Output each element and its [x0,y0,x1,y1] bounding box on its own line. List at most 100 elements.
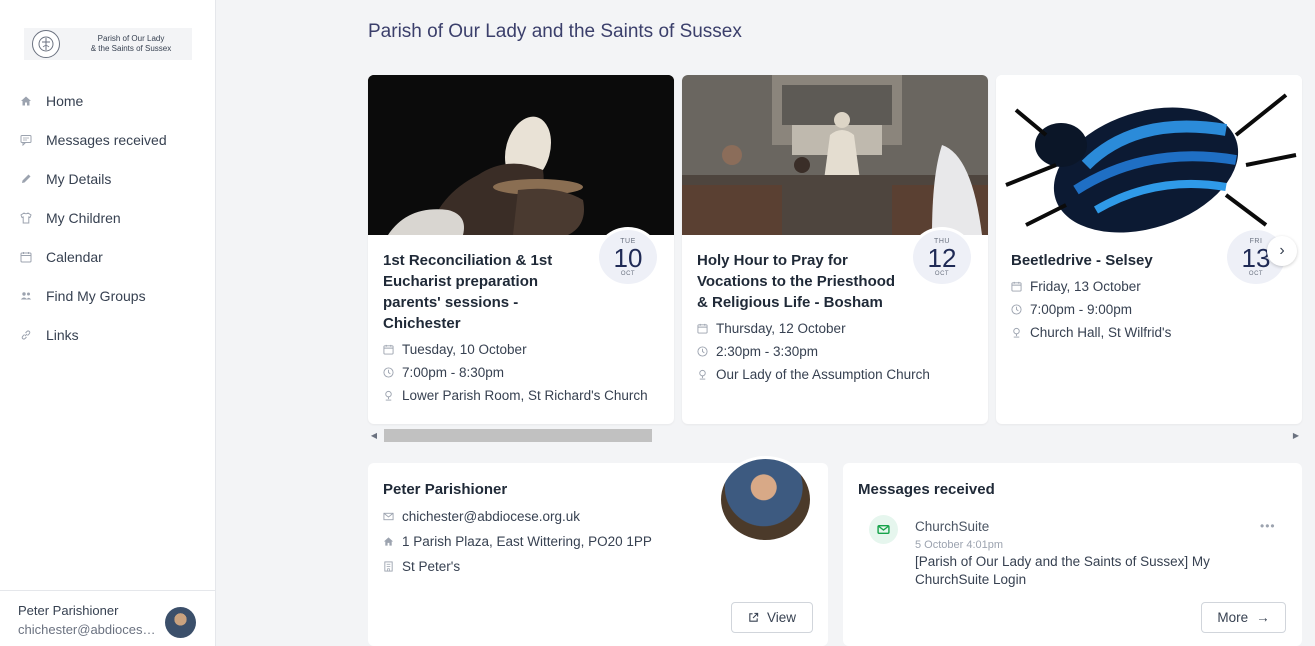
message-sender[interactable]: ChurchSuite [915,519,989,534]
event-date-badge: THU 12 OCT [910,227,974,287]
event-location-text: Our Lady of the Assumption Church [716,367,930,382]
location-pin-icon [383,390,394,401]
chevron-right-icon: › [1279,242,1285,259]
clock-icon [1011,304,1022,315]
sidebar-item-label: My Children [46,209,121,226]
event-date-text: Friday, 13 October [1030,279,1141,294]
event-body: FRI 13 OCT Beetledrive - Selsey Friday, … [996,227,1302,340]
pencil-icon [20,173,32,185]
sidebar-item-links[interactable]: Links [0,315,216,354]
clock-icon [697,346,708,357]
event-date-badge: TUE 10 OCT [596,227,660,287]
badge-month: OCT [620,270,636,277]
home-icon [383,536,394,547]
event-title[interactable]: Holy Hour to Pray for Vocations to the P… [697,250,907,313]
parish-seal-icon [32,30,60,58]
more-options-icon[interactable]: ••• [1260,519,1276,533]
people-icon [20,290,32,302]
sidebar-item-messages-received[interactable]: Messages received [0,120,216,159]
building-icon [383,561,394,572]
messages-card: Messages received ChurchSuite 5 October … [843,463,1302,646]
event-time-text: 7:00pm - 8:30pm [402,365,505,380]
event-time: 7:00pm - 9:00pm [1011,302,1287,317]
event-title[interactable]: 1st Reconciliation & 1st Eucharist prepa… [383,250,593,334]
profile-email-text: chichester@abdiocese.org.uk [402,509,581,524]
event-card[interactable]: FRI 13 OCT Beetledrive - Selsey Friday, … [996,75,1302,424]
calendar-icon [20,251,32,263]
message-icon [20,134,32,146]
profile-card: Peter Parishioner chichester@abdiocese.o… [368,456,828,646]
message-timestamp: 5 October 4:01pm [915,539,1004,551]
carousel-next-button[interactable]: › [1267,236,1297,266]
scroll-left-arrow-icon[interactable]: ◀ [370,431,378,440]
sidebar-item-label: My Details [46,170,112,187]
event-location: Lower Parish Room, St Richard's Church [383,388,659,403]
sidebar-item-my-details[interactable]: My Details [0,159,216,198]
sidebar-nav: Home Messages received My Details My Chi… [0,81,216,354]
horizontal-scrollbar[interactable]: ◀ ▶ [368,428,1302,443]
event-time: 2:30pm - 3:30pm [697,344,973,359]
sidebar-item-label: Links [46,326,79,343]
event-image [682,75,988,235]
location-pin-icon [1011,327,1022,338]
clock-icon [383,367,394,378]
event-card[interactable]: TUE 10 OCT 1st Reconciliation & 1st Euch… [368,75,674,424]
sidebar-item-my-children[interactable]: My Children [0,198,216,237]
calendar-icon [1011,281,1022,292]
sidebar-user-profile[interactable]: Peter Parishioner chichester@abdiocese.o… [0,590,216,646]
sidebar-item-label: Find My Groups [46,287,146,304]
home-icon [20,95,32,107]
calendar-icon [383,344,394,355]
shirt-icon [20,211,32,224]
more-button[interactable]: More → [1201,602,1286,633]
parish-logo[interactable]: Parish of Our Lady & the Saints of Susse… [24,28,192,60]
badge-day: 10 [613,242,643,273]
message-subject[interactable]: [Parish of Our Lady and the Saints of Su… [915,553,1235,589]
event-image [996,75,1302,235]
event-time: 7:00pm - 8:30pm [383,365,659,380]
logo-text: Parish of Our Lady & the Saints of Susse… [70,34,192,54]
event-location: Church Hall, St Wilfrid's [1011,325,1287,340]
view-button[interactable]: View [731,602,813,633]
profile-church-text: St Peter's [402,559,461,574]
sidebar-item-label: Home [46,92,84,109]
profile-name: Peter Parishioner [383,481,508,498]
sidebar-item-label: Messages received [46,131,167,148]
badge-month: OCT [934,270,950,277]
badge-day: 12 [927,242,957,273]
location-pin-icon [697,369,708,380]
avatar[interactable] [718,456,813,543]
event-date: Thursday, 12 October [697,321,973,336]
link-icon [20,329,32,341]
sidebar-user-email: chichester@abdiocese.org.uk [18,622,158,637]
more-button-label: More [1217,610,1249,625]
sidebar: Parish of Our Lady & the Saints of Susse… [0,0,216,646]
profile-address: 1 Parish Plaza, East Wittering, PO20 1PP [383,534,652,549]
messages-title: Messages received [858,481,995,498]
event-card[interactable]: THU 12 OCT Holy Hour to Pray for Vocatio… [682,75,988,424]
events-carousel: TUE 10 OCT 1st Reconciliation & 1st Euch… [368,75,1302,425]
event-location-text: Lower Parish Room, St Richard's Church [402,388,648,403]
scroll-right-arrow-icon[interactable]: ▶ [1292,431,1300,440]
view-button-label: View [766,610,797,625]
event-date-text: Thursday, 12 October [716,321,846,336]
sidebar-item-find-my-groups[interactable]: Find My Groups [0,276,216,315]
event-time-text: 7:00pm - 9:00pm [1030,302,1133,317]
event-body: THU 12 OCT Holy Hour to Pray for Vocatio… [682,227,988,382]
sidebar-item-label: Calendar [46,248,103,265]
event-location-text: Church Hall, St Wilfrid's [1030,325,1172,340]
event-title[interactable]: Beetledrive - Selsey [1011,250,1221,271]
scrollbar-thumb[interactable] [384,429,652,442]
envelope-icon [383,511,394,522]
event-location: Our Lady of the Assumption Church [697,367,973,382]
sidebar-item-home[interactable]: Home [0,81,216,120]
event-time-text: 2:30pm - 3:30pm [716,344,819,359]
profile-email: chichester@abdiocese.org.uk [383,509,580,524]
badge-month: OCT [1248,270,1264,277]
avatar[interactable] [165,607,196,638]
profile-address-text: 1 Parish Plaza, East Wittering, PO20 1PP [402,534,652,549]
event-date-text: Tuesday, 10 October [402,342,527,357]
event-date: Tuesday, 10 October [383,342,659,357]
event-image [368,75,674,235]
sidebar-item-calendar[interactable]: Calendar [0,237,216,276]
